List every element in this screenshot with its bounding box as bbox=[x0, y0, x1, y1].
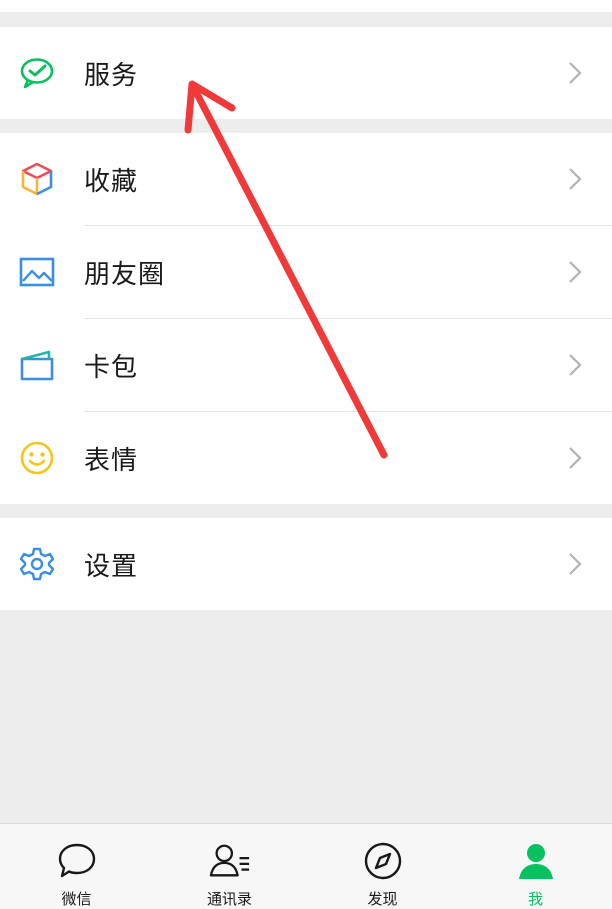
chevron-right-icon bbox=[569, 168, 582, 190]
tab-label: 发现 bbox=[367, 890, 398, 908]
menu-item-label: 朋友圈 bbox=[84, 259, 166, 290]
chat-bubble-icon bbox=[56, 840, 98, 882]
top-strip bbox=[0, 0, 612, 12]
smiley-icon bbox=[18, 439, 56, 477]
menu-item-cards[interactable]: 卡包 bbox=[0, 319, 612, 411]
menu-item-label: 收藏 bbox=[84, 166, 139, 197]
chevron-right-icon bbox=[569, 62, 582, 84]
section-gap bbox=[0, 119, 612, 133]
image-icon bbox=[18, 253, 56, 291]
menu-item-label: 设置 bbox=[84, 551, 139, 582]
menu-item-label: 卡包 bbox=[84, 352, 139, 383]
chevron-right-icon bbox=[569, 553, 582, 575]
menu-item-stickers[interactable]: 表情 bbox=[0, 412, 612, 504]
tab-label: 我 bbox=[527, 890, 543, 908]
wechat-pay-icon bbox=[18, 54, 56, 92]
menu-item-service[interactable]: 服务 bbox=[0, 27, 612, 119]
menu-item-settings[interactable]: 设置 bbox=[0, 518, 612, 610]
tab-contacts[interactable]: 通讯录 bbox=[153, 824, 306, 909]
menu-item-label: 表情 bbox=[84, 445, 139, 476]
service-group: 服务 bbox=[0, 27, 612, 119]
tab-discover[interactable]: 发现 bbox=[306, 824, 459, 909]
gear-icon bbox=[18, 545, 56, 583]
tab-me[interactable]: 我 bbox=[459, 824, 612, 909]
tab-chats[interactable]: 微信 bbox=[0, 824, 153, 909]
person-icon bbox=[515, 840, 557, 882]
chevron-right-icon bbox=[569, 354, 582, 376]
tab-bar: 微信 通讯录 发现 我 bbox=[0, 823, 612, 909]
section-gap bbox=[0, 504, 612, 518]
section-gap bbox=[0, 12, 612, 27]
features-group: 收藏 朋友圈 卡包 表情 bbox=[0, 133, 612, 504]
menu-item-label: 服务 bbox=[84, 60, 139, 91]
menu-item-favorites[interactable]: 收藏 bbox=[0, 133, 612, 225]
chevron-right-icon bbox=[569, 447, 582, 469]
menu-item-moments[interactable]: 朋友圈 bbox=[0, 226, 612, 318]
compass-icon bbox=[362, 840, 404, 882]
cube-icon bbox=[18, 160, 56, 198]
tab-label: 通讯录 bbox=[206, 890, 252, 908]
chevron-right-icon bbox=[569, 261, 582, 283]
tab-label: 微信 bbox=[61, 890, 92, 908]
settings-group: 设置 bbox=[0, 518, 612, 610]
contacts-icon bbox=[209, 840, 251, 882]
wallet-icon bbox=[18, 346, 56, 384]
